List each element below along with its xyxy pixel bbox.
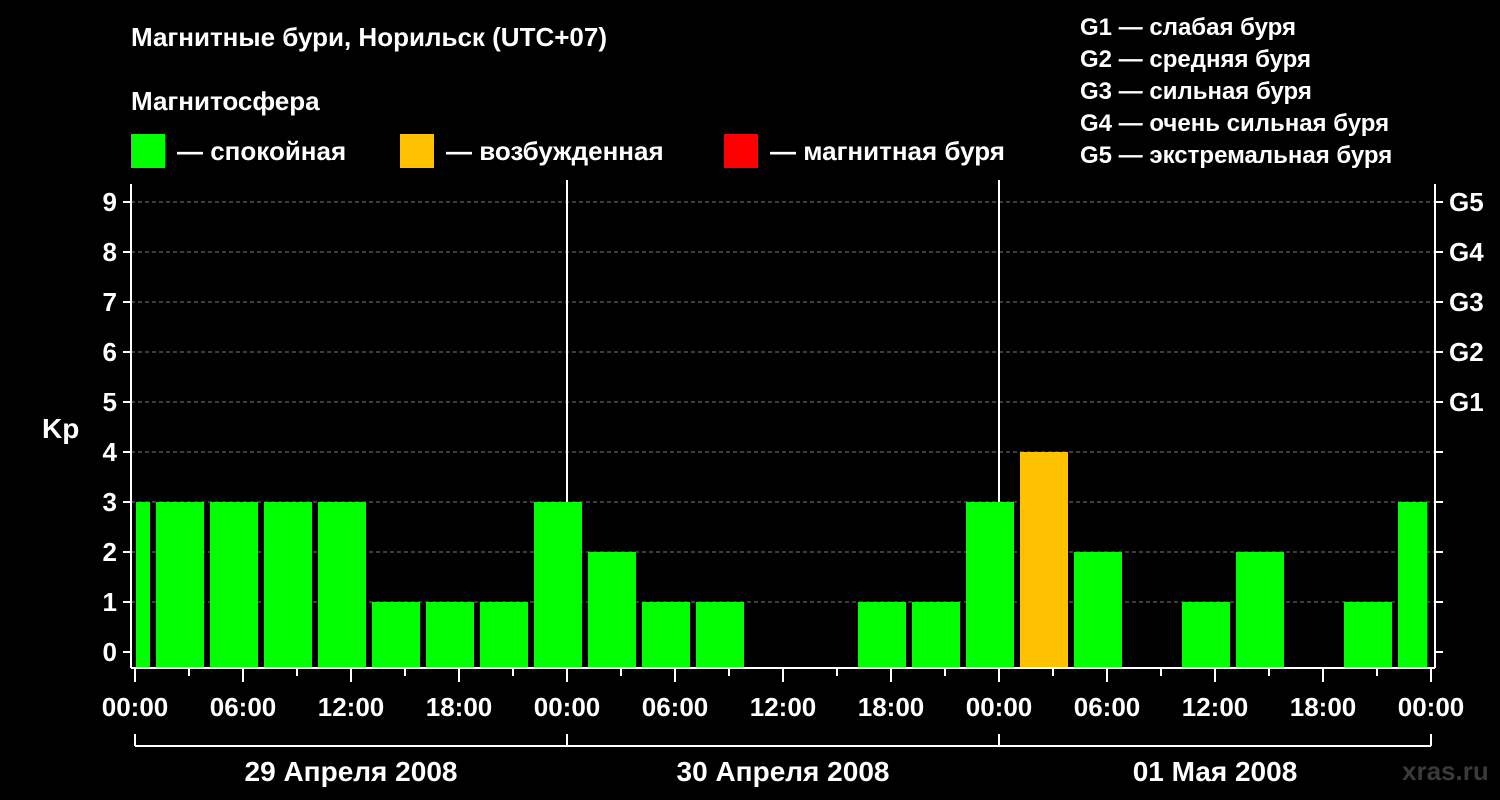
day-label: 30 Апреля 2008 [677,756,890,787]
x-tick-label: 12:00 [750,692,817,722]
x-tick-label: 00:00 [966,692,1033,722]
x-tick-label: 12:00 [318,692,385,722]
kp-bar [858,602,906,668]
y-tick-label: 7 [103,287,117,317]
kp-bar [534,502,582,668]
kp-bar [1074,552,1122,668]
kp-bar [588,552,636,668]
y-tick-label: 6 [103,337,117,367]
y-tick-label: 4 [103,437,118,467]
g-scale-label: G4 [1449,237,1484,267]
x-tick-label: 18:00 [426,692,493,722]
kp-bar [318,502,366,668]
y-tick-label: 3 [103,487,117,517]
kp-bar [1344,602,1392,668]
y-tick-label: 8 [103,237,117,267]
y-tick-label: 5 [103,387,117,417]
kp-bar [426,602,474,668]
kp-bar [156,502,204,668]
x-tick-label: 12:00 [1182,692,1249,722]
x-tick-label: 06:00 [642,692,709,722]
day-label: 01 Мая 2008 [1133,756,1298,787]
y-tick-label: 9 [103,187,117,217]
kp-bar [480,602,528,668]
x-tick-label: 00:00 [102,692,169,722]
kp-bar [912,602,960,668]
kp-bar [1182,602,1230,668]
kp-bar [372,602,420,668]
kp-bar [264,502,312,668]
kp-bar [696,602,744,668]
kp-bar [210,502,258,668]
kp-bar [1020,452,1068,668]
kp-bar [1236,552,1284,668]
y-tick-label: 1 [103,587,117,617]
kp-bar-chart: 0 1 2 3 4 5 6 7 8 9 G1 G2 G3 G4 G5 Kp 00:00 06:00 12:00 18:… [42,180,1484,787]
y-tick-label: 2 [103,537,117,567]
day-label: 29 Апреля 2008 [245,756,458,787]
g-scale-label: G2 [1449,337,1484,367]
y-axis-title: Kp [42,413,79,444]
x-tick-label: 06:00 [210,692,277,722]
x-tick-label: 00:00 [1398,692,1465,722]
kp-bar [642,602,690,668]
x-tick-label: 00:00 [534,692,601,722]
x-tick-label: 18:00 [858,692,925,722]
kp-bar [1398,502,1427,668]
x-tick-label: 06:00 [1074,692,1141,722]
y-tick-label: 0 [103,637,117,667]
g-scale-label: G5 [1449,187,1484,217]
g-scale-label: G3 [1449,287,1484,317]
kp-bar [966,502,1014,668]
g-scale-label: G1 [1449,387,1484,417]
watermark: xras.ru [1402,756,1489,786]
kp-bar [136,502,150,668]
x-tick-label: 18:00 [1290,692,1357,722]
